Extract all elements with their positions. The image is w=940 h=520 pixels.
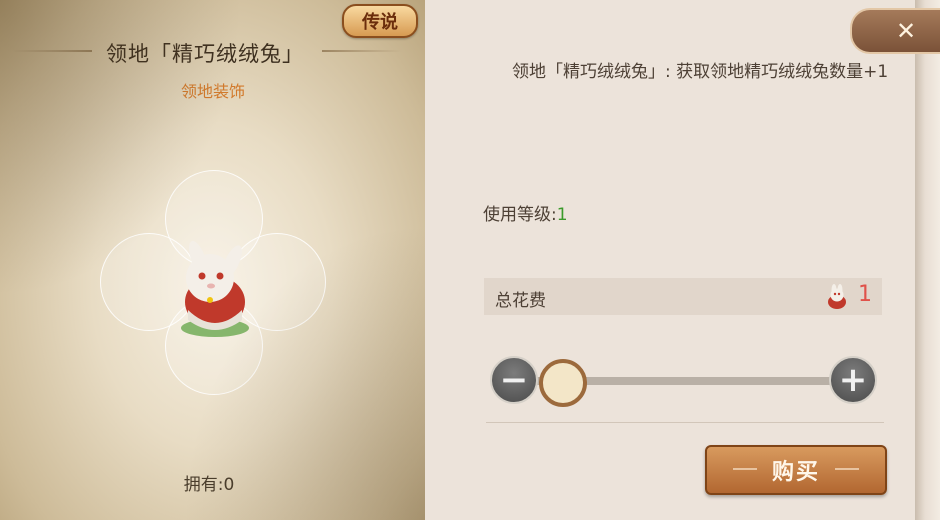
item-preview-panel: 传说 领地「精巧绒绒兔」 领地装饰 拥有:0	[0, 0, 425, 520]
total-cost-value: 1	[858, 282, 872, 307]
buy-button[interactable]: 购买	[705, 445, 887, 495]
rarity-badge: 传说	[342, 4, 418, 38]
owned-count: 拥有:0	[183, 475, 235, 495]
use-level-label: 使用等级:	[483, 205, 557, 225]
item-description: 领地「精巧绒绒兔」: 获取领地精巧绒绒兔数量+1	[512, 62, 889, 82]
divider	[486, 422, 884, 423]
total-cost-row: 总花费 1	[484, 278, 882, 315]
use-level-value: 1	[556, 205, 568, 225]
increase-quantity-button[interactable]: +	[829, 356, 877, 404]
close-icon: ✕	[895, 17, 917, 45]
item-title: 领地「精巧绒绒兔」	[106, 42, 304, 66]
panel-edge	[915, 0, 940, 520]
total-cost-label: 总花费	[495, 291, 546, 311]
decrease-quantity-button[interactable]: −	[490, 356, 538, 404]
close-button[interactable]: ✕	[850, 8, 940, 54]
rabbit-token-icon	[828, 284, 846, 309]
use-level: 使用等级:1	[483, 200, 568, 225]
quantity-slider-thumb[interactable]	[539, 359, 587, 407]
item-category: 领地装饰	[180, 82, 245, 101]
white-rabbit-icon	[181, 240, 249, 337]
